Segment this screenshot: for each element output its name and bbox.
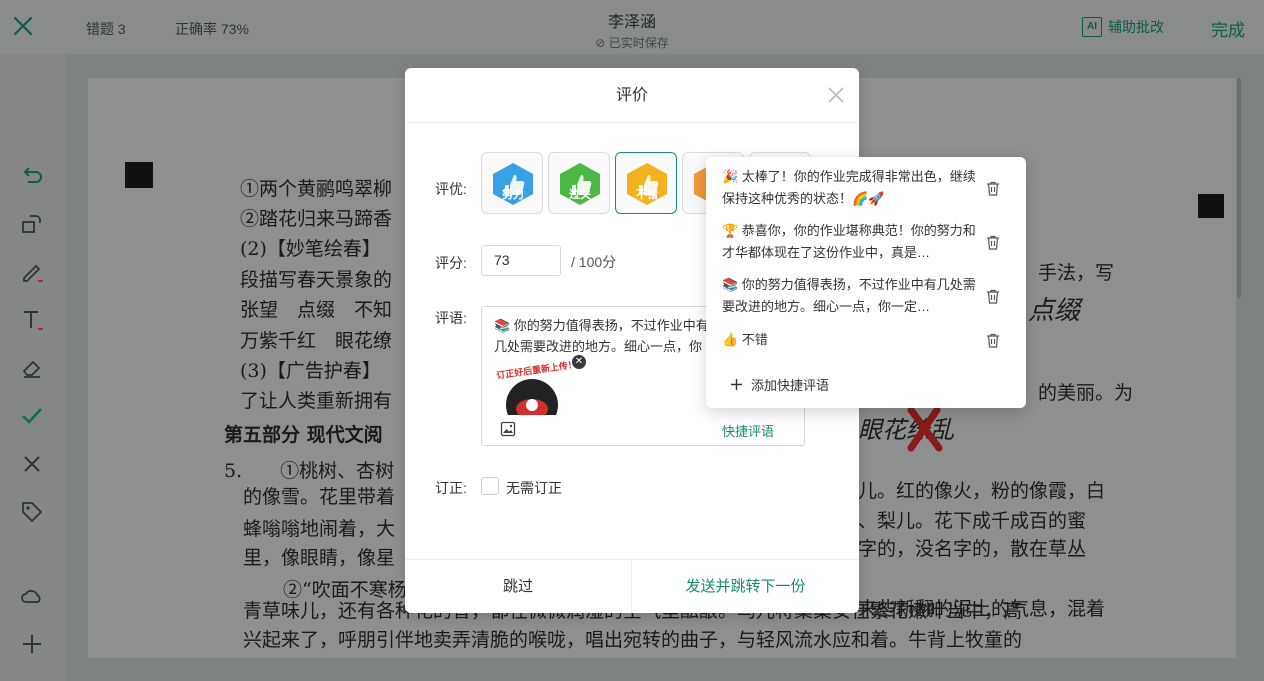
- badge-pass[interactable]: 过关: [548, 152, 610, 214]
- close-icon[interactable]: [12, 15, 34, 37]
- badge-good[interactable]: 不错: [615, 152, 677, 214]
- done-button[interactable]: 完成: [1211, 16, 1245, 41]
- rotate-icon[interactable]: [20, 212, 44, 236]
- badge-effort[interactable]: 努力: [481, 152, 543, 214]
- paper-line: 张望 点缀 不知: [240, 299, 393, 321]
- paper-line: (3)【广告护春】: [240, 360, 381, 382]
- add-quick-comment-button[interactable]: 添加快捷评语: [730, 375, 829, 394]
- badge-label: 不错: [636, 189, 658, 201]
- skip-button[interactable]: 跳过: [405, 560, 632, 613]
- rating-label: 评优:: [435, 181, 467, 197]
- no-revise-label[interactable]: 无需订正: [506, 478, 562, 498]
- paper-line: ①两个黄鹂鸣翠柳: [240, 178, 393, 200]
- plus-icon[interactable]: [20, 632, 44, 656]
- paper-line: 字的，没名字的，散在草丛: [858, 538, 1087, 560]
- accuracy-rate: 正确率 73%: [175, 21, 249, 37]
- score-input[interactable]: 73: [481, 245, 561, 276]
- assist-grading-label: 辅助批改: [1108, 19, 1164, 35]
- dialog-close-icon[interactable]: [827, 86, 845, 104]
- no-revise-checkbox[interactable]: [481, 477, 499, 495]
- top-bar: 错题 3 正确率 73% 李泽涵 ⊘ 已实时保存 AI 辅助批改 完成: [0, 0, 1264, 54]
- plus-icon: [731, 379, 742, 390]
- add-quick-comment-label: 添加快捷评语: [751, 378, 830, 393]
- corner-mark: [1198, 194, 1224, 218]
- paper-line: 来些新翻的泥土的气息，混着: [858, 598, 1106, 620]
- badge-label: 努力: [502, 189, 524, 201]
- red-cross-mark: [907, 406, 943, 452]
- dialog-title: 评价: [615, 87, 648, 104]
- page-scrollbar[interactable]: [1237, 78, 1241, 298]
- paper-line: 兴起来了，呼朋引伴地卖弄清脆的喉咙，唱出宛转的曲子，与轻风流水应和着。牛背上牧童…: [243, 629, 1023, 651]
- text-icon[interactable]: [20, 308, 44, 332]
- paper-line: 第五部分 现代文阅: [224, 424, 383, 446]
- paper-line: 的像雪。花里带着: [243, 486, 396, 508]
- trash-icon[interactable]: [986, 333, 1000, 348]
- paper-line: 手法，写: [1038, 262, 1115, 284]
- paper-line: ②踏花归来马蹄香: [240, 208, 393, 230]
- check-icon[interactable]: [20, 404, 44, 428]
- score-label: 评分:: [435, 255, 467, 271]
- undo-icon[interactable]: [20, 164, 44, 188]
- cross-icon[interactable]: [20, 452, 44, 476]
- paper-line: 了让人类重新拥有: [240, 390, 393, 412]
- dialog-footer: 跳过 发送并跳转下一份: [405, 559, 859, 613]
- paper-line: 万紫千红 眼花缭: [240, 330, 393, 352]
- badge-label: 过关: [569, 189, 591, 201]
- revise-label: 订正:: [435, 480, 467, 496]
- corner-mark: [125, 162, 153, 188]
- check-circle-icon: ⊘: [595, 36, 606, 50]
- paper-line: 5. ①桃树、杏树: [224, 460, 395, 482]
- tool-rail: [0, 54, 66, 681]
- ai-icon: AI: [1082, 17, 1102, 37]
- dialog-header: 评价: [405, 68, 859, 123]
- quick-comment-link[interactable]: 快捷评语: [722, 421, 774, 440]
- quick-comment-item[interactable]: 🏆 恭喜你，你的作业堪称典范！你的努力和才华都体现在了这份作业中，真是…: [722, 220, 978, 264]
- trash-icon[interactable]: [986, 235, 1000, 250]
- sticker-remove-button[interactable]: ✕: [572, 355, 586, 369]
- score-unit: / 100分: [571, 254, 617, 270]
- image-upload-icon[interactable]: [500, 421, 516, 437]
- tag-icon[interactable]: [20, 500, 44, 524]
- paper-line: 儿。红的像火，粉的像霞，白: [858, 480, 1106, 502]
- paper-line: 的美丽。为: [1038, 382, 1134, 404]
- eraser-icon[interactable]: [20, 356, 44, 380]
- quick-comment-item[interactable]: 👍 不错: [722, 329, 978, 351]
- handwriting: 点缀: [1028, 296, 1081, 326]
- cloud-icon[interactable]: [20, 584, 44, 608]
- paper-line: 段描写春天景象的: [240, 269, 393, 291]
- assist-grading-button[interactable]: AI 辅助批改: [1082, 17, 1164, 37]
- sticker-image: 订正好后重新上传！: [492, 359, 576, 415]
- trash-icon[interactable]: [986, 289, 1000, 304]
- quick-comment-item[interactable]: 🎉 太棒了！你的作业完成得非常出色，继续保持这种优秀的状态！🌈🚀: [722, 166, 978, 210]
- comment-label: 评语:: [435, 310, 467, 326]
- paper-line: (2)【妙笔绘春】: [240, 238, 381, 260]
- paper-line: 蜂嗡嗡地闹着，大: [243, 518, 396, 540]
- paper-line: 里，像眼睛，像星: [243, 547, 396, 569]
- trash-icon[interactable]: [986, 181, 1000, 196]
- comment-text[interactable]: 📚 你的努力值得表扬，不过作业中有几处需要改进的地方。细心一点，你一定可以: [494, 315, 714, 359]
- send-next-button[interactable]: 发送并跳转下一份: [632, 560, 859, 613]
- quick-comment-popover: 🎉 太棒了！你的作业完成得非常出色，继续保持这种优秀的状态！🌈🚀 🏆 恭喜你，你…: [706, 157, 1026, 408]
- quick-comment-item[interactable]: 📚 你的努力值得表扬，不过作业中有几处需要改进的地方。细心一点，你一定…: [722, 274, 978, 318]
- paper-line: 、梨儿。花下成千成百的蜜: [858, 510, 1087, 532]
- wrong-count: 错题 3: [86, 21, 126, 37]
- pen-icon[interactable]: [20, 260, 44, 284]
